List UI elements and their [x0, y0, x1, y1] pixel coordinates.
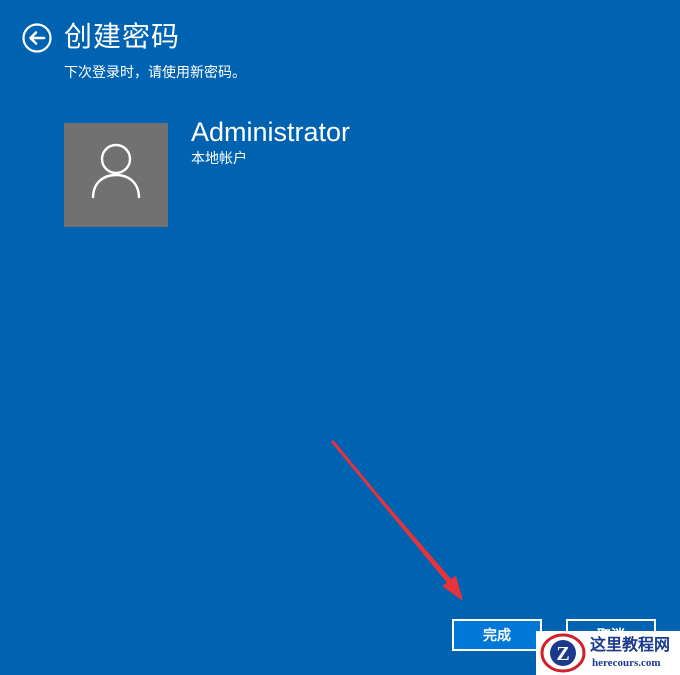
annotation-arrow: [331, 440, 463, 601]
back-button[interactable]: [22, 23, 52, 53]
site-watermark: Z 这里教程网 herecours.com: [536, 631, 680, 675]
account-name: Administrator: [191, 117, 351, 147]
avatar: [64, 123, 168, 227]
site-logo: Z: [540, 633, 586, 673]
site-name: 这里教程网: [590, 635, 671, 654]
user-icon: [91, 143, 141, 199]
account-type: 本地帐户: [191, 150, 247, 166]
site-logo-letter: Z: [556, 643, 569, 665]
page-title: 创建密码: [64, 21, 181, 52]
page-subtitle: 下次登录时，请使用新密码。: [64, 64, 246, 80]
back-arrow-icon: [22, 23, 52, 53]
site-url: herecours.com: [592, 657, 661, 669]
finish-button[interactable]: 完成: [452, 619, 542, 651]
